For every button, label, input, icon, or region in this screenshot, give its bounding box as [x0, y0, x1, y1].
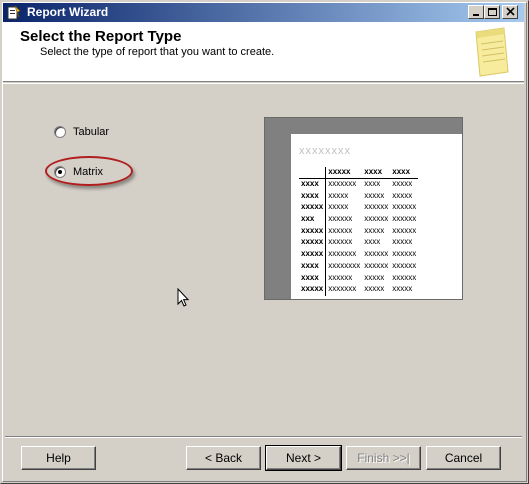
notepad-icon [472, 26, 512, 81]
finish-button[interactable]: Finish >>| [346, 446, 421, 470]
page-subtitle: Select the type of report that you want … [40, 46, 275, 58]
window-title: Report Wizard [27, 5, 109, 19]
tabular-label: Tabular [73, 126, 110, 138]
preview-row: xxxxxxxxxxxxxxxxxxxxx [299, 272, 418, 284]
preview-row: xxxxxxxxxxxxxxxxxxxxxxxx [299, 260, 418, 273]
preview-cell: xxxxxxx [328, 284, 357, 294]
preview-cell: xxxxxxxx [328, 260, 361, 270]
preview-cell: xxxxx [364, 190, 385, 200]
preview-cell: xxxxx [392, 179, 413, 189]
tabular-option[interactable]: Tabular [54, 126, 109, 138]
preview-cell: xxxxx [364, 284, 385, 294]
preview-cell: xxxxx [328, 190, 349, 200]
preview-cell: xxxxx [392, 190, 413, 200]
preview-row-header: xxx [299, 213, 327, 226]
preview-row-header: xxxx [299, 260, 327, 273]
preview-column-header: xxxx [362, 167, 391, 180]
preview-row-header: xxxxx [299, 248, 327, 261]
next-button[interactable]: Next > [265, 445, 342, 471]
matrix-label: Matrix [73, 166, 103, 178]
preview-header-row: xxxxx xxxx xxxx [299, 167, 419, 180]
preview-cell: xxxxxxx [328, 179, 357, 189]
preview-cell: xxxxxx [392, 225, 417, 235]
preview-row: xxxxxxxxxxxxxxxxxxxxxx [299, 225, 418, 238]
preview-row-header: xxxx [299, 272, 327, 284]
page-title: Select the Report Type [20, 28, 182, 45]
preview-cell: xxxxx [328, 202, 349, 212]
preview-cell: xxxx [364, 179, 381, 189]
header-divider [3, 83, 524, 84]
preview-cell: xxxxxx [392, 214, 417, 224]
maximize-icon [488, 8, 497, 16]
preview-cell: xxxxxx [392, 260, 417, 270]
preview-cell: xxxxxx [364, 260, 389, 270]
preview-row: xxxxxxxxxxxxxxxxxxxx [299, 178, 418, 191]
mouse-cursor-icon [177, 287, 190, 311]
preview-row-header: xxxx [299, 190, 327, 203]
preview-cell: xxxxxx [364, 202, 389, 212]
preview-row-header: xxxxx [299, 283, 327, 296]
help-button[interactable]: Help [21, 446, 96, 470]
minimize-icon [473, 14, 479, 16]
title-bar[interactable]: Report Wizard [3, 3, 524, 22]
preview-row: xxxx xxxxx xxxxx xxxxx [299, 190, 418, 203]
preview-corner-cell [299, 167, 327, 180]
preview-row-header: xxxxx [299, 202, 327, 214]
minimize-button[interactable] [468, 5, 484, 19]
maximize-button[interactable] [484, 5, 500, 19]
preview-cell: xxxxxx [392, 249, 417, 259]
preview-row-header: xxxxx [299, 237, 327, 249]
preview-heading: xxxxxxxx [299, 145, 351, 157]
preview-cell: xxxxxx [364, 214, 389, 224]
preview-row: xxxxxxxxxxxxxxxxxxxxx [299, 213, 418, 226]
preview-cell: xxxxxx [364, 249, 389, 259]
preview-row: xxxxxxxxxxxxxxxxxxxx [299, 237, 418, 249]
tabular-radio[interactable] [54, 126, 66, 138]
preview-column-header: xxxx [390, 167, 419, 180]
preview-cell: xxxxxx [328, 225, 353, 235]
report-wizard-icon [7, 5, 21, 20]
preview-page: xxxxxxxx xxxxx xxxx xxxx xxxx xxxxxxx xxxx xxx… [291, 134, 462, 299]
preview-row: xxxxxxxxxxxxxxxxxxxxxx [299, 202, 418, 214]
preview-row: xxxxxxxxxxxxxxxxxxxxxxxx [299, 248, 418, 261]
matrix-radio[interactable] [54, 166, 66, 178]
back-button[interactable]: < Back [186, 446, 261, 470]
wizard-header: Select the Report Type Select the type o… [3, 22, 524, 82]
preview-row: xxxxxxxxxxxxxxxxxxxxxx [299, 283, 418, 296]
preview-cell: xxxxx [364, 272, 385, 282]
preview-cell: xxxx [364, 237, 381, 247]
preview-cell: xxxxxx [328, 237, 353, 247]
matrix-option[interactable]: Matrix [54, 166, 103, 178]
close-icon [506, 7, 515, 16]
footer-divider-light [5, 437, 522, 438]
preview-cell: xxxxx [392, 237, 413, 247]
close-button[interactable] [502, 5, 518, 19]
preview-cell: xxxxxx [392, 272, 417, 282]
preview-row-header: xxxx [299, 178, 327, 191]
cancel-button[interactable]: Cancel [426, 446, 501, 470]
preview-cell: xxxxxxx [328, 249, 357, 259]
report-preview: xxxxxxxx xxxxx xxxx xxxx xxxx xxxxxxx xxxx xxx… [264, 117, 463, 300]
preview-cell: xxxxxx [328, 214, 353, 224]
preview-row-header: xxxxx [299, 225, 327, 238]
preview-cell: xxxxxx [392, 202, 417, 212]
preview-matrix-table: xxxxx xxxx xxxx xxxx xxxxxxx xxxx xxxxx xxxx xxx… [299, 167, 419, 296]
preview-cell: xxxxxx [328, 272, 353, 282]
preview-column-header: xxxxx [325, 167, 363, 180]
preview-cell: xxxxx [392, 284, 413, 294]
preview-cell: xxxxx [364, 225, 385, 235]
